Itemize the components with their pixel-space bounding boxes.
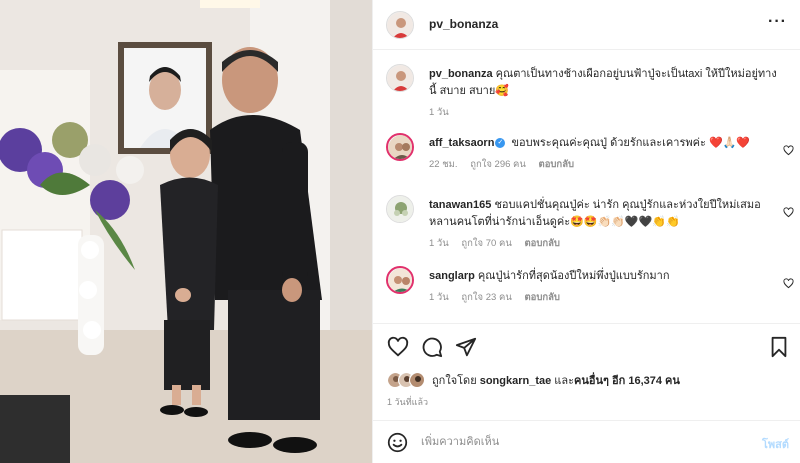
post-image <box>0 0 372 463</box>
more-horizontal-icon[interactable]: ··· <box>768 14 787 30</box>
verified-badge-icon: ✓ <box>495 138 506 149</box>
author-avatar[interactable] <box>386 11 414 39</box>
post-comment-button[interactable]: โพสต์ <box>762 435 789 453</box>
caption-username[interactable]: pv_bonanza <box>429 68 493 80</box>
comment-time[interactable]: 1 วัน <box>429 292 449 303</box>
likes-others[interactable]: คนอื่นๆ อีก 16,374 คน <box>574 375 680 387</box>
reply-button[interactable]: ตอบกลับ <box>539 159 575 170</box>
comment-text: ขอบพระคุณค่ะคุณปู่ ด้วยรักและเคารพค่ะ ❤️… <box>511 137 751 149</box>
action-bar <box>373 323 800 371</box>
reply-button[interactable]: ตอบกลับ <box>524 292 560 303</box>
comment-likes[interactable]: ถูกใจ 23 คน <box>461 292 511 303</box>
heart-icon[interactable] <box>783 207 794 218</box>
comment-username[interactable]: tanawan165 <box>429 199 491 211</box>
comment-icon[interactable] <box>421 336 443 358</box>
caption-time[interactable]: 1 วัน <box>429 107 449 118</box>
post-header: pv_bonanza ··· <box>373 0 800 50</box>
comment-input[interactable] <box>421 433 721 451</box>
heart-icon[interactable] <box>387 336 409 358</box>
comment-username[interactable]: sanglarp <box>429 270 475 282</box>
comment-username[interactable]: aff_taksaorn <box>429 137 494 149</box>
post-date[interactable]: 1 วันที่แล้ว <box>387 395 428 409</box>
commenter-avatar[interactable] <box>386 266 414 294</box>
add-comment-bar: โพสต์ <box>373 420 800 463</box>
likes-prefix: ถูกใจโดย <box>432 375 477 387</box>
comment-time[interactable]: 1 วัน <box>429 238 449 249</box>
author-username[interactable]: pv_bonanza <box>429 17 498 31</box>
share-icon[interactable] <box>455 336 477 358</box>
commenter-avatar[interactable] <box>386 195 414 223</box>
commenter-avatar[interactable] <box>386 133 414 161</box>
caption-avatar[interactable] <box>386 64 414 92</box>
likes-first-user[interactable]: songkarn_tae <box>480 375 552 387</box>
comment-time[interactable]: 22 ชม. <box>429 159 458 170</box>
liker-avatar <box>409 372 425 388</box>
comment-likes[interactable]: ถูกใจ 296 คน <box>470 159 526 170</box>
post-panel: pv_bonanza ··· pv_bonanza คุณตาเป็นทางช้… <box>372 0 800 463</box>
comment-likes[interactable]: ถูกใจ 70 คน <box>461 238 511 249</box>
comments-list: pv_bonanza คุณตาเป็นทางช้างเผือกอยู่บนฟ้… <box>373 51 800 323</box>
liker-avatars <box>387 372 425 388</box>
post-photo[interactable] <box>0 0 372 463</box>
likes-joiner: และ <box>554 375 575 387</box>
bookmark-icon[interactable] <box>769 336 789 358</box>
likes-summary[interactable]: ถูกใจโดย songkarn_tae และคนอื่นๆ อีก 16,… <box>387 371 680 389</box>
reply-button[interactable]: ตอบกลับ <box>524 238 560 249</box>
comment-text: คุณปู่น่ารักที่สุดน้องปีใหม่พึ่งปู่แบบรั… <box>477 270 670 282</box>
heart-icon[interactable] <box>783 145 794 156</box>
smiley-icon[interactable] <box>387 432 408 453</box>
heart-icon[interactable] <box>783 278 794 289</box>
